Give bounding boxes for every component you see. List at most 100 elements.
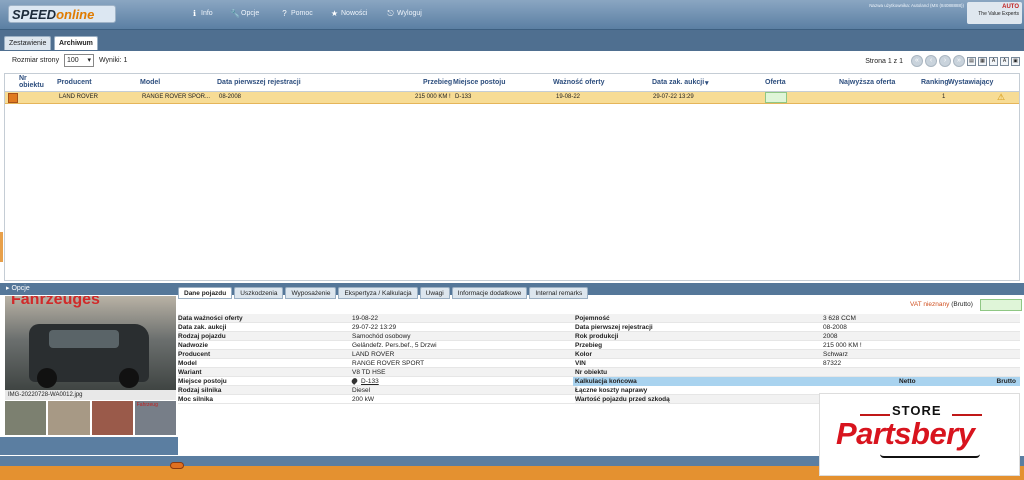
nav-options[interactable]: 🔧 Opcje [230, 9, 259, 18]
cell-ranking: 1 [942, 94, 946, 100]
page-size-select[interactable]: 100 ▾ [64, 54, 94, 67]
offer-input[interactable] [765, 92, 787, 103]
tab-archiwum[interactable]: Archiwum [54, 36, 98, 50]
user-info: Nazwa użytkownika: Autoland (MS (8408888… [869, 3, 964, 8]
last-page-button[interactable]: » [953, 55, 965, 67]
cell-model: RANGE ROVER SPOR... [142, 94, 211, 100]
app-logo: SPEEDonline [8, 5, 116, 23]
col-auction-end[interactable]: Data zak. aukcji [652, 79, 704, 86]
decor-swoosh [880, 454, 980, 458]
field-row: Data ważności oferty 19-08-22 [178, 314, 578, 323]
print-icon[interactable]: ▤ [967, 56, 976, 66]
field-row: Rok produkcji 2008 [575, 332, 1020, 341]
pager-label: Strona 1 z 1 [865, 57, 903, 65]
wrench-icon: 🔧 [230, 9, 240, 18]
tab-remarks[interactable]: Uwagi [419, 287, 450, 299]
brand-logo: AUTO The Value Experts [967, 2, 1022, 24]
page-size-label: Rozmiar strony [12, 57, 60, 64]
grid-header: Nr obiektu Producent Model Data pierwsze… [5, 74, 1019, 92]
cell-auction-end: 29-07-22 13:29 [653, 94, 694, 100]
field-row: Data pierwszej rejestracji 08-2008 [575, 323, 1020, 332]
main-tabs: Zestawienie Archiwum [0, 30, 1024, 51]
field-row: Kolor Schwarz [575, 350, 1020, 359]
vehicle-thumbnail-icon[interactable] [8, 93, 18, 103]
col-location[interactable]: Miejsce postoju [453, 79, 506, 86]
nav-help[interactable]: ? Pomoc [280, 9, 313, 18]
field-row: Data zak. aukcji 29-07-22 13:29 [178, 323, 578, 332]
cell-mileage: 215 000 KM ! [415, 94, 451, 100]
tab-equipment[interactable]: Wyposażenie [285, 287, 337, 299]
vehicle-photo[interactable]: Fahrzeuges [5, 296, 176, 393]
field-row: Producent LAND ROVER [178, 350, 578, 359]
tab-expertise[interactable]: Ekspertyza / Kalkulacja [338, 287, 418, 299]
field-row: Rodzaj silnika Diesel [178, 386, 578, 395]
col-ranking[interactable]: Ranking [921, 79, 949, 86]
tab-zestawienie[interactable]: Zestawienie [4, 36, 52, 50]
thumbnail[interactable]: Fahrzeug [134, 401, 176, 435]
field-row: Rodzaj pojazdu Samochód osobowy [178, 332, 578, 341]
next-page-button[interactable]: › [939, 55, 951, 67]
nav-logout[interactable]: ⎋ Wyloguj [386, 9, 422, 18]
col-model[interactable]: Model [140, 79, 160, 86]
field-row: Model RANGE ROVER SPORT [178, 359, 578, 368]
cell-first-registration: 08-2008 [219, 94, 242, 100]
resize-handle[interactable] [0, 232, 3, 262]
cell-producer: LAND ROVER [59, 94, 99, 100]
field-row: Przebieg 215 000 KM ! [575, 341, 1020, 350]
col-first-registration[interactable]: Data pierwszej rejestracji [217, 79, 301, 86]
export-icon[interactable]: ▦ [978, 56, 987, 66]
store-watermark: STORE Partsbery [819, 393, 1020, 476]
photo-thumbnails: Fahrzeug [5, 401, 176, 437]
thumbnail[interactable] [91, 401, 133, 435]
cell-location: D-133 [455, 94, 472, 100]
star-icon: ★ [330, 9, 339, 18]
thumbnail[interactable] [5, 401, 47, 435]
col-nr-obiektu[interactable]: Nr obiektu [19, 75, 47, 89]
warning-icon: ⚠ [997, 92, 1006, 102]
tab-damages[interactable]: Uszkodzenia [234, 287, 284, 299]
settings-icon[interactable]: ▣ [1011, 56, 1020, 66]
final-calculation-header: Kalkulacja końcowa Netto Brutto [573, 377, 1020, 386]
col-producent[interactable]: Producent [57, 79, 92, 86]
col-mileage[interactable]: Przebieg [423, 79, 452, 86]
map-pin-icon [350, 377, 359, 386]
field-row: Miejsce postoju D-133 [178, 377, 578, 386]
field-row: Nr obiektu [575, 368, 1020, 377]
nav-info[interactable]: ℹ Info [190, 9, 213, 18]
col-valid-until[interactable]: Ważność oferty [553, 79, 604, 86]
help-icon: ? [282, 9, 287, 18]
font-large-icon[interactable]: A [1000, 56, 1009, 66]
col-offer[interactable]: Oferta [765, 79, 786, 86]
col-seller[interactable]: Wystawiający [948, 79, 993, 86]
tab-additional-info[interactable]: Informacje dodatkowe [451, 287, 528, 299]
table-row[interactable]: LAND ROVER RANGE ROVER SPOR... 08-2008 2… [5, 92, 1019, 104]
car-image [29, 324, 149, 388]
field-row: Nadwozie Geländefz. Pers.bef., 5 Drzwi [178, 341, 578, 350]
photo-text: Fahrzeuges [11, 296, 100, 308]
vat-input[interactable] [980, 299, 1022, 311]
field-row: Pojemność 3 628 CCM [575, 314, 1020, 323]
font-small-icon[interactable]: A [989, 56, 998, 66]
nav-news[interactable]: ★ Nowości [330, 9, 368, 18]
col-highest-offer[interactable]: Najwyższa oferta [839, 79, 895, 86]
photo-caption: IMG-20220728-WA0012.jpg [5, 390, 176, 400]
tab-vehicle-data[interactable]: Dane pojazdu [178, 287, 233, 299]
tab-internal-remarks[interactable]: Internal remarks [529, 287, 589, 299]
thumbnail[interactable] [48, 401, 90, 435]
top-bar: SPEEDonline ℹ Info 🔧 Opcje ? Pomoc ★ Nowości… [0, 0, 1024, 30]
prev-page-button[interactable]: ‹ [925, 55, 937, 67]
grid-toolbar: Rozmiar strony 100 ▾ Wyniki: 1 Strona 1 z… [0, 51, 1024, 73]
results-grid: Nr obiektu Producent Model Data pierwsze… [4, 73, 1020, 281]
logout-icon: ⎋ [387, 9, 394, 18]
car-icon[interactable] [170, 462, 184, 469]
field-row: VIN 87322 [575, 359, 1020, 368]
field-row: Moc silnika 200 kW [178, 395, 578, 404]
info-icon: ℹ [192, 9, 197, 18]
results-count: Wyniki: 1 [99, 57, 128, 64]
vat-label: VAT nieznany (Brutto) [910, 301, 973, 308]
detail-tabs: Dane pojazdu Uszkodzenia Wyposażenie Eks… [178, 287, 589, 301]
watermark-name: Partsbery [836, 416, 975, 451]
sort-desc-icon: ▾ [705, 80, 709, 87]
first-page-button[interactable]: « [911, 55, 923, 67]
location-link[interactable]: D-133 [350, 377, 379, 386]
